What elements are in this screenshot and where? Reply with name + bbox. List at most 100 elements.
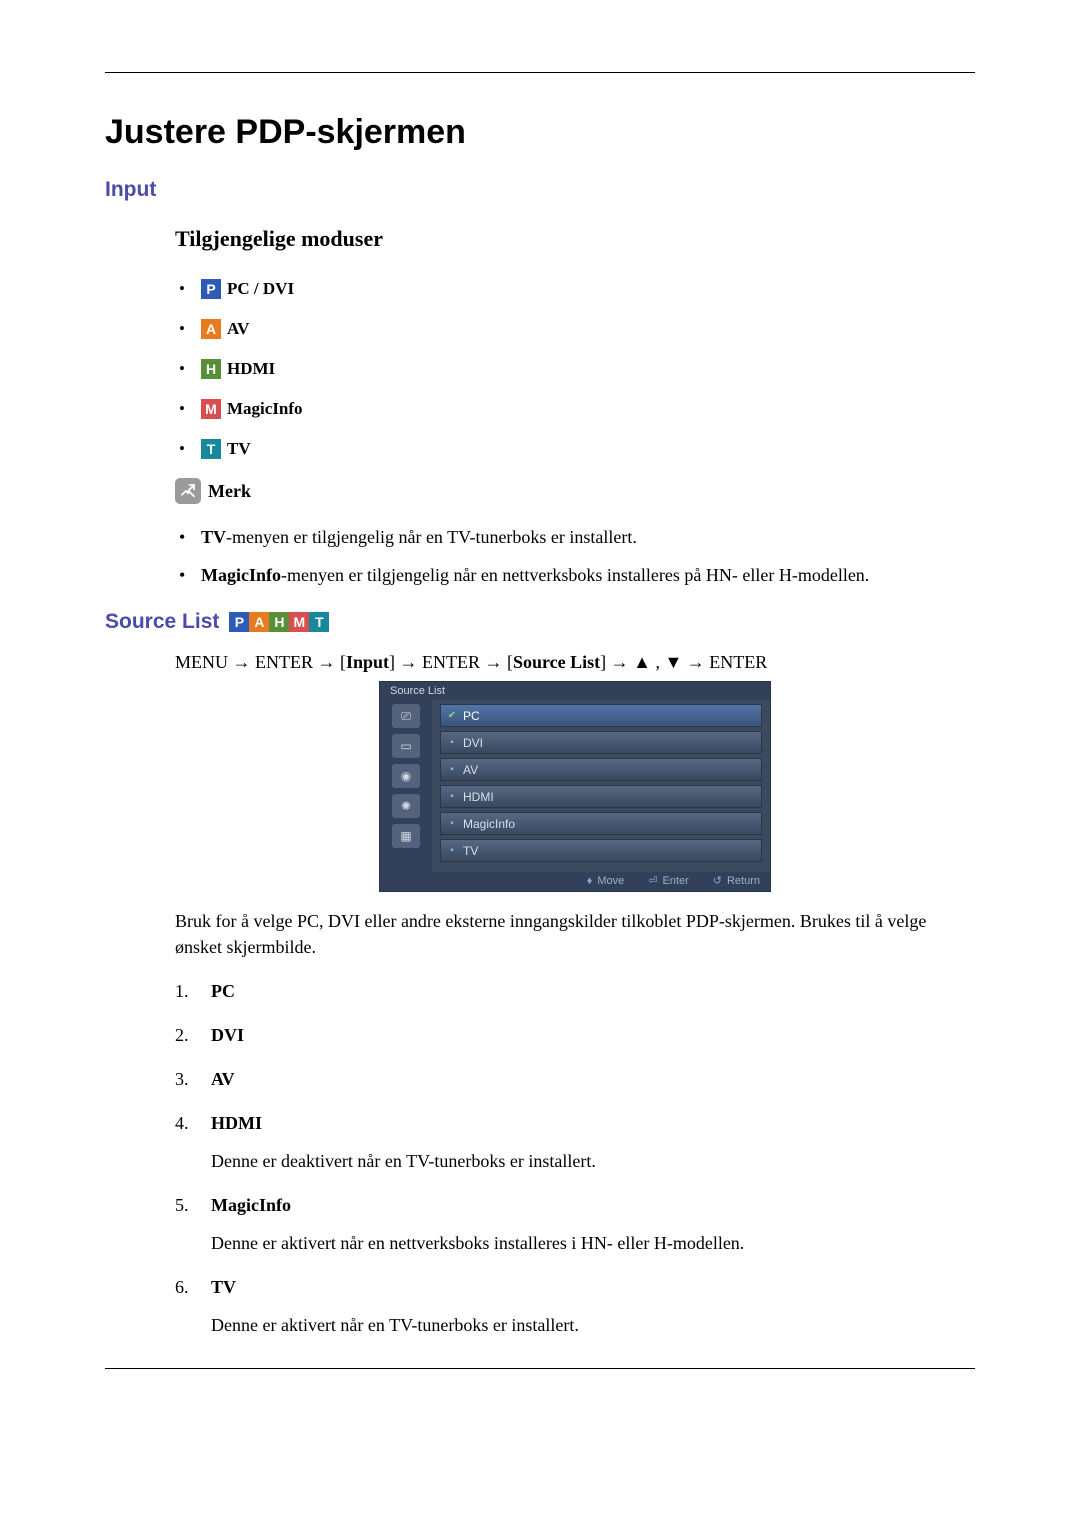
- bullet-icon: ▪: [447, 738, 457, 748]
- divider-top: [105, 72, 975, 73]
- note-prefix: TV: [201, 527, 226, 547]
- item-label: PC: [211, 981, 235, 1001]
- osd-footer-enter: ⏎ Enter: [648, 874, 689, 887]
- osd-item-label: AV: [463, 763, 478, 777]
- mode-label: HDMI: [227, 358, 275, 380]
- osd-header: Source List: [380, 682, 770, 700]
- list-item: MagicInfo Denne er aktivert når en nettv…: [175, 1192, 975, 1256]
- divider-bottom: [105, 1368, 975, 1369]
- sidebar-icon-sound: ◉: [392, 764, 420, 788]
- list-item: PC: [175, 978, 975, 1004]
- note-item: MagicInfo-menyen er tilgjengelig når en …: [175, 562, 975, 588]
- bullet-icon: ▪: [447, 765, 457, 775]
- bullet-icon: ▪: [447, 792, 457, 802]
- osd-screenshot: Source List ⎚ ▭ ◉ ✺ ▦ ✔ PC ▪ DVI ▪ AV ▪ HDMI: [175, 681, 975, 892]
- list-item: TV Denne er aktivert når en TV-tunerboks…: [175, 1274, 975, 1338]
- check-icon: ✔: [447, 711, 457, 721]
- mode-label: TV: [227, 438, 251, 460]
- item-desc: Denne er aktivert når en TV-tunerboks er…: [211, 1312, 975, 1338]
- osd-item-dvi: ▪ DVI: [440, 731, 762, 754]
- notes-list: TV-menyen er tilgjengelig når en TV-tune…: [175, 524, 975, 588]
- sidebar-icon-input: ⎚: [392, 704, 420, 728]
- osd-footer-label: Return: [727, 875, 760, 887]
- nav-bold: Input: [346, 652, 389, 672]
- osd-footer-return: ↺ Return: [713, 874, 760, 887]
- osd-footer-label: Enter: [662, 875, 688, 887]
- mode-item-av: A AV: [175, 318, 975, 340]
- osd-footer-label: Move: [597, 875, 624, 887]
- item-desc: Denne er aktivert når en nettverksboks i…: [211, 1230, 975, 1256]
- list-item: DVI: [175, 1022, 975, 1048]
- osd-footer: ♦ Move ⏎ Enter ↺ Return: [380, 872, 770, 891]
- page: Justere PDP-skjermen Input Tilgjengelige…: [0, 0, 1080, 1527]
- osd-item-av: ▪ AV: [440, 758, 762, 781]
- osd-body: ⎚ ▭ ◉ ✺ ▦ ✔ PC ▪ DVI ▪ AV ▪ HDMI ▪ MagicInfo …: [380, 700, 770, 872]
- p-badge-icon: P: [229, 612, 249, 632]
- item-label: MagicInfo: [211, 1195, 291, 1215]
- nav-text: ] → ENTER → [: [389, 652, 513, 672]
- sidebar-icon-setup: ✺: [392, 794, 420, 818]
- nav-text: MENU → ENTER → [: [175, 652, 346, 672]
- item-label: TV: [211, 1277, 236, 1297]
- sidebar-icon-picture: ▭: [392, 734, 420, 758]
- item-label: AV: [211, 1069, 235, 1089]
- osd-item-label: TV: [463, 844, 478, 858]
- item-label: DVI: [211, 1025, 244, 1045]
- source-ordered-list: PC DVI AV HDMI Denne er deaktivert når e…: [175, 978, 975, 1338]
- note-text: -menyen er tilgjengelig når en TV-tunerb…: [226, 527, 637, 547]
- osd-footer-move: ♦ Move: [587, 874, 625, 887]
- note-text: -menyen er tilgjengelig når en nettverks…: [281, 565, 869, 585]
- osd-item-label: HDMI: [463, 790, 494, 804]
- osd-item-pc: ✔ PC: [440, 704, 762, 727]
- note-item: TV-menyen er tilgjengelig når en TV-tune…: [175, 524, 975, 550]
- nav-text: ] → ▲ , ▼ → ENTER: [600, 652, 767, 672]
- osd-item-label: MagicInfo: [463, 817, 515, 831]
- osd-item-magicinfo: ▪ MagicInfo: [440, 812, 762, 835]
- modes-block: Tilgjengelige moduser P PC / DVI A AV H …: [105, 226, 975, 588]
- list-item: AV: [175, 1066, 975, 1092]
- note-prefix: MagicInfo: [201, 565, 281, 585]
- sidebar-icon-multi: ▦: [392, 824, 420, 848]
- mode-item-magicinfo: M MagicInfo: [175, 398, 975, 420]
- available-modes-heading: Tilgjengelige moduser: [175, 226, 975, 252]
- body-paragraph: Bruk for å velge PC, DVI eller andre eks…: [175, 908, 975, 960]
- mode-label: MagicInfo: [227, 398, 303, 420]
- h-badge-icon: H: [201, 359, 221, 379]
- bullet-icon: ▪: [447, 819, 457, 829]
- badge-strip: P A H M T: [229, 612, 329, 632]
- note-icon: [175, 478, 201, 504]
- mode-item-pc: P PC / DVI: [175, 278, 975, 300]
- osd-content: ✔ PC ▪ DVI ▪ AV ▪ HDMI ▪ MagicInfo ▪ TV: [432, 700, 770, 872]
- osd-item-label: DVI: [463, 736, 483, 750]
- list-item: HDMI Denne er deaktivert når en TV-tuner…: [175, 1110, 975, 1174]
- return-icon: ↺: [713, 874, 722, 887]
- nav-bold: Source List: [513, 652, 600, 672]
- osd-item-hdmi: ▪ HDMI: [440, 785, 762, 808]
- t-badge-icon: T: [201, 439, 221, 459]
- mode-label: AV: [227, 318, 249, 340]
- t-badge-icon: T: [309, 612, 329, 632]
- bullet-icon: ▪: [447, 846, 457, 856]
- item-desc: Denne er deaktivert når en TV-tunerboks …: [211, 1148, 975, 1174]
- osd-item-label: PC: [463, 709, 480, 723]
- nav-path: MENU → ENTER → [Input] → ENTER → [Source…: [175, 652, 975, 673]
- note-row: Merk: [175, 478, 975, 504]
- mode-item-hdmi: H HDMI: [175, 358, 975, 380]
- m-badge-icon: M: [201, 399, 221, 419]
- item-label: HDMI: [211, 1113, 262, 1133]
- a-badge-icon: A: [201, 319, 221, 339]
- p-badge-icon: P: [201, 279, 221, 299]
- source-list-heading-row: Source List P A H M T: [105, 610, 975, 634]
- page-title: Justere PDP-skjermen: [105, 113, 975, 152]
- note-label: Merk: [208, 481, 251, 502]
- m-badge-icon: M: [289, 612, 309, 632]
- section-source-list-heading: Source List: [105, 610, 219, 634]
- h-badge-icon: H: [269, 612, 289, 632]
- enter-icon: ⏎: [648, 874, 657, 887]
- mode-label: PC / DVI: [227, 278, 294, 300]
- section-input-heading: Input: [105, 178, 975, 202]
- osd-item-tv: ▪ TV: [440, 839, 762, 862]
- modes-list: P PC / DVI A AV H HDMI M MagicInfo: [175, 278, 975, 460]
- osd-sidebar: ⎚ ▭ ◉ ✺ ▦: [380, 700, 432, 872]
- move-icon: ♦: [587, 875, 593, 887]
